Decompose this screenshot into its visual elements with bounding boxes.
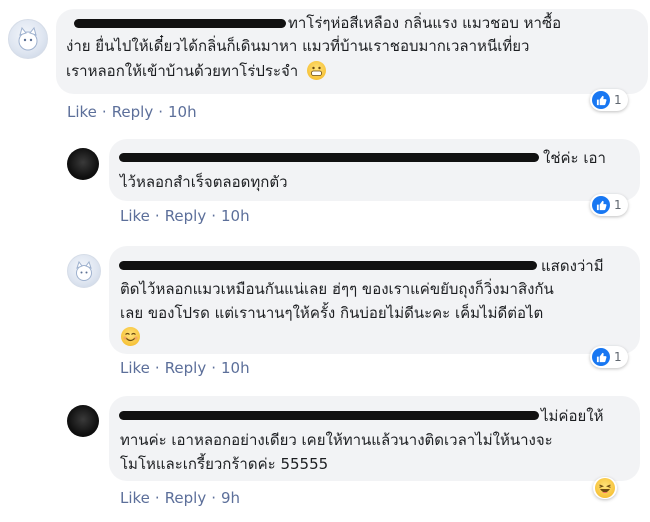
reaction-count-badge[interactable]: 1: [590, 194, 628, 216]
comment-text-line: ใช่ค่ะ เอา: [543, 149, 606, 167]
timestamp-link[interactable]: 10h: [221, 359, 250, 377]
comment-actions: Like · Reply · 10h: [67, 103, 197, 121]
smiling-face-icon: [121, 327, 140, 346]
commenter-avatar[interactable]: [67, 405, 99, 437]
reaction-badge[interactable]: [593, 477, 617, 499]
reply-link[interactable]: Reply: [165, 359, 207, 377]
haha-reaction-icon: [595, 478, 615, 498]
comment-text: เราหลอกให้เข้าบ้านด้วยทาโร่ประจำ: [66, 62, 299, 80]
reply-link[interactable]: Reply: [165, 207, 207, 225]
commenter-avatar[interactable]: [67, 254, 101, 288]
comment-text-line: แสดงว่ามี: [541, 257, 604, 275]
like-link[interactable]: Like: [120, 207, 150, 225]
comment-text-line: ไว้หลอกสำเร็จตลอดทุกตัว: [120, 173, 288, 191]
reaction-count: 1: [614, 350, 622, 364]
separator-dot: ·: [211, 207, 217, 225]
comment-text-line: ติดไว้หลอกแมวเหมือนกันแน่เลย ฮ่ๆๆ ของเรา…: [120, 280, 554, 298]
commenter-avatar[interactable]: [8, 19, 48, 59]
redacted-author-name: [119, 153, 539, 162]
separator-dot: ·: [158, 103, 164, 121]
grinning-face-icon: [307, 61, 326, 80]
separator-dot: ·: [211, 359, 217, 377]
like-link[interactable]: Like: [120, 359, 150, 377]
reply-link[interactable]: Reply: [165, 489, 207, 507]
reply-link[interactable]: Reply: [112, 103, 154, 121]
separator-dot: ·: [154, 359, 160, 377]
timestamp-link[interactable]: 9h: [221, 489, 240, 507]
like-reaction-icon: [592, 91, 610, 109]
timestamp-link[interactable]: 10h: [221, 207, 250, 225]
comment-text-line: ทานค่ะ เอาหลอกอย่างเดียว เคยให้ทานแล้วนา…: [120, 431, 553, 449]
cat-illustration-icon: [18, 26, 38, 51]
reaction-count-badge[interactable]: 1: [590, 346, 628, 368]
comment-bubble: ทาโร่ๆห่อสีเหลือง กลิ่นแรง แมวชอบ หาซื้อ…: [56, 9, 648, 94]
comment-text-line: ทาโร่ๆห่อสีเหลือง กลิ่นแรง แมวชอบ หาซื้อ: [288, 14, 562, 32]
reaction-count: 1: [614, 93, 622, 107]
commenter-avatar[interactable]: [67, 148, 99, 180]
reply-bubble: ไม่ค่อยให้ ทานค่ะ เอาหลอกอย่างเดียว เคยใ…: [109, 396, 640, 481]
separator-dot: ·: [101, 103, 107, 121]
like-reaction-icon: [592, 196, 610, 214]
reply-bubble: แสดงว่ามี ติดไว้หลอกแมวเหมือนกันแน่เลย ฮ…: [109, 246, 640, 354]
redacted-author-name: [119, 261, 537, 270]
cat-illustration-icon: [76, 260, 92, 281]
comment-text-line: ไม่ค่อยให้: [541, 407, 604, 425]
timestamp-link[interactable]: 10h: [168, 103, 197, 121]
reply-bubble: ใช่ค่ะ เอา ไว้หลอกสำเร็จตลอดทุกตัว: [109, 139, 640, 201]
redacted-author-name: [119, 411, 539, 420]
comment-text-line: เลย ของโปรด แต่เรานานๆให้ครั้ง กินบ่อยไม…: [120, 304, 544, 322]
redacted-author-name: [74, 19, 286, 28]
comment-actions: Like · Reply · 10h: [120, 359, 250, 377]
separator-dot: ·: [211, 489, 217, 507]
comment-actions: Like · Reply · 9h: [120, 489, 240, 507]
reaction-count: 1: [614, 198, 622, 212]
separator-dot: ·: [154, 207, 160, 225]
comment-actions: Like · Reply · 10h: [120, 207, 250, 225]
like-reaction-icon: [592, 348, 610, 366]
like-link[interactable]: Like: [120, 489, 150, 507]
reaction-count-badge[interactable]: 1: [590, 89, 628, 111]
comment-text-line: โมโหและเกรี้ยวกร้าดค่ะ 55555: [120, 455, 329, 473]
comment-text-line: ง่าย ยื่นไปให้เดี๋ยวได้กลิ่นก็เดินมาหา แ…: [66, 37, 530, 55]
comment-text-line: เราหลอกให้เข้าบ้านด้วยทาโร่ประจำ: [66, 60, 326, 82]
like-link[interactable]: Like: [67, 103, 97, 121]
separator-dot: ·: [154, 489, 160, 507]
